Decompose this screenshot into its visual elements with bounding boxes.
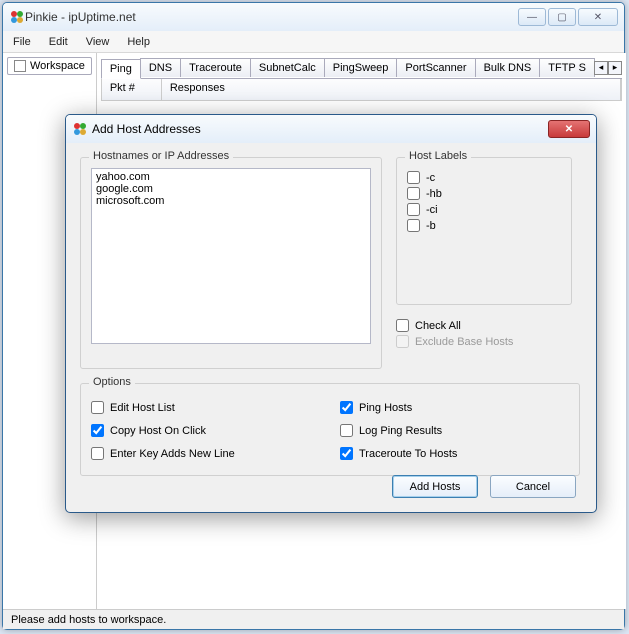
column-headers: Pkt # Responses: [101, 79, 622, 101]
tab-strip: Ping DNS Traceroute SubnetCalc PingSweep…: [101, 57, 622, 79]
menu-view[interactable]: View: [86, 36, 110, 48]
menu-bar: File Edit View Help: [3, 31, 624, 53]
status-text: Please add hosts to workspace.: [11, 614, 166, 626]
options-group-label: Options: [89, 376, 135, 388]
label-b-checkbox[interactable]: -b: [407, 219, 561, 232]
copy-host-on-click-checkbox[interactable]: Copy Host On Click: [91, 424, 320, 437]
hostnames-group-label: Hostnames or IP Addresses: [89, 150, 233, 162]
enter-key-new-line-checkbox[interactable]: Enter Key Adds New Line: [91, 447, 320, 460]
close-button[interactable]: ✕: [578, 8, 618, 26]
tab-tftp[interactable]: TFTP S: [539, 58, 595, 77]
workspace-label: Workspace: [30, 60, 85, 72]
dialog-title: Add Host Addresses: [92, 122, 548, 136]
menu-help[interactable]: Help: [127, 36, 150, 48]
status-bar: Please add hosts to workspace.: [3, 609, 624, 629]
dialog-title-bar: Add Host Addresses ✕: [66, 115, 596, 143]
tab-dns[interactable]: DNS: [140, 58, 181, 77]
edit-host-list-checkbox[interactable]: Edit Host List: [91, 401, 320, 414]
maximize-button[interactable]: ▢: [548, 8, 576, 26]
tab-scroll-left-icon[interactable]: ◂: [594, 61, 608, 75]
tab-portscanner[interactable]: PortScanner: [396, 58, 475, 77]
tab-scroll-right-icon[interactable]: ▸: [608, 61, 622, 75]
workspace-icon: [14, 60, 26, 72]
dialog-close-button[interactable]: ✕: [548, 120, 590, 138]
check-all-checkbox[interactable]: Check All: [396, 319, 572, 332]
cancel-button[interactable]: Cancel: [490, 475, 576, 498]
menu-edit[interactable]: Edit: [49, 36, 68, 48]
sidebar-item-workspace[interactable]: Workspace: [7, 57, 92, 75]
label-ci-checkbox[interactable]: -ci: [407, 203, 561, 216]
dialog-icon: [72, 121, 88, 137]
add-host-dialog: Add Host Addresses ✕ Hostnames or IP Add…: [65, 114, 597, 513]
hostnames-group: Hostnames or IP Addresses: [80, 157, 382, 369]
add-hosts-button[interactable]: Add Hosts: [392, 475, 478, 498]
ping-hosts-checkbox[interactable]: Ping Hosts: [340, 401, 569, 414]
options-group: Options Edit Host List Ping Hosts Copy H…: [80, 383, 580, 476]
label-hb-checkbox[interactable]: -hb: [407, 187, 561, 200]
col-responses[interactable]: Responses: [162, 79, 621, 100]
minimize-button[interactable]: —: [518, 8, 546, 26]
traceroute-to-hosts-checkbox[interactable]: Traceroute To Hosts: [340, 447, 569, 460]
menu-file[interactable]: File: [13, 36, 31, 48]
tab-bulkdns[interactable]: Bulk DNS: [475, 58, 541, 77]
tab-ping[interactable]: Ping: [101, 59, 141, 79]
tab-subnetcalc[interactable]: SubnetCalc: [250, 58, 325, 77]
hostnames-textarea[interactable]: [91, 168, 371, 344]
exclude-base-hosts-checkbox: Exclude Base Hosts: [396, 335, 572, 348]
window-title: Pinkie - ipUptime.net: [25, 10, 518, 24]
app-icon: [9, 9, 25, 25]
tab-pingsweep[interactable]: PingSweep: [324, 58, 398, 77]
log-ping-results-checkbox[interactable]: Log Ping Results: [340, 424, 569, 437]
label-c-checkbox[interactable]: -c: [407, 171, 561, 184]
tab-traceroute[interactable]: Traceroute: [180, 58, 251, 77]
col-pkt[interactable]: Pkt #: [102, 79, 162, 100]
host-labels-group-label: Host Labels: [405, 150, 471, 162]
host-labels-group: Host Labels -c -hb -ci -b: [396, 157, 572, 305]
title-bar: Pinkie - ipUptime.net — ▢ ✕: [3, 3, 624, 31]
